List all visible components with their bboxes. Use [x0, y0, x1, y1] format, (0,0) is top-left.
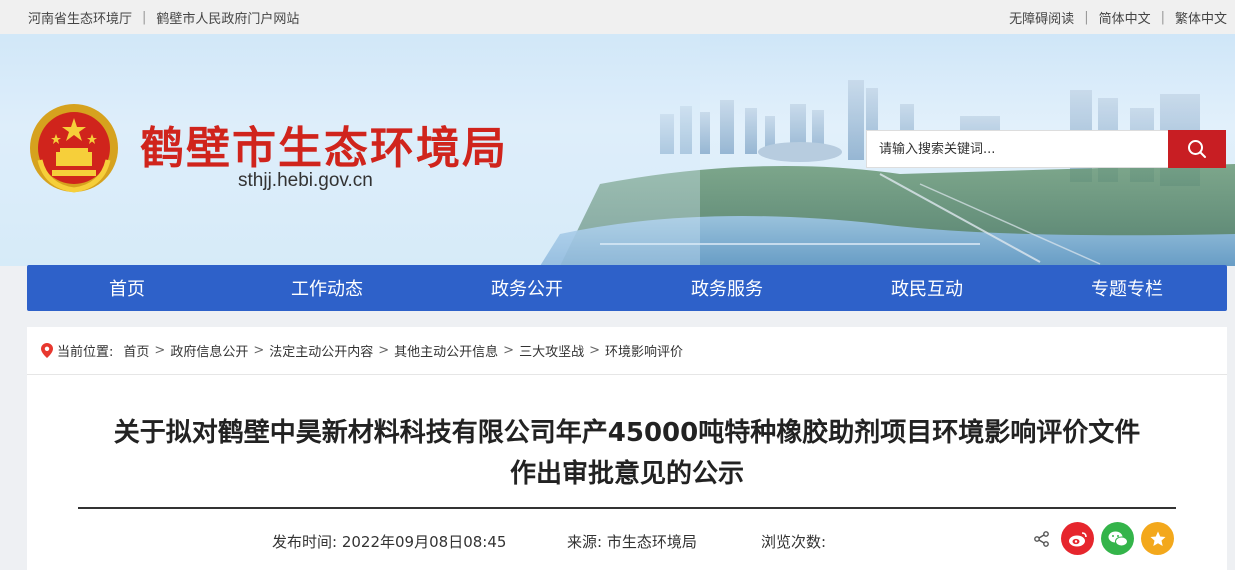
breadcrumb-separator: >	[589, 343, 600, 358]
breadcrumb-label: 当前位置:	[57, 345, 114, 360]
favorite-star-icon	[1150, 531, 1165, 546]
link-accessible-reading[interactable]: 无障碍阅读	[1009, 8, 1074, 27]
share-icon[interactable]	[1033, 530, 1051, 548]
source-value: 市生态环境局	[606, 533, 697, 551]
article-title: 关于拟对鹤壁中昊新材料科技有限公司年产45000吨特种橡胶助剂项目环境影响评价文…	[27, 413, 1227, 495]
location-pin-icon	[41, 343, 53, 358]
topbar-left-links: 河南省生态环境厅 | 鹤壁市人民政府门户网站	[28, 0, 299, 34]
share-favorite-button[interactable]	[1141, 522, 1174, 555]
breadcrumb-item-eia[interactable]: 环境影响评价	[605, 341, 683, 360]
nav-item-public-interaction[interactable]: 政民互动	[827, 265, 1027, 311]
publish-time-value: 2022年09月08日08:45	[341, 533, 507, 551]
breadcrumb-item-gov-info-open[interactable]: 政府信息公开	[170, 341, 248, 360]
wechat-icon	[1108, 531, 1128, 546]
link-henan-env-dept[interactable]: 河南省生态环境厅	[28, 8, 132, 27]
top-utility-bar: 河南省生态环境厅 | 鹤壁市人民政府门户网站 无障碍阅读 | 简体中文 | 繁体…	[0, 0, 1235, 34]
divider: |	[142, 9, 147, 25]
nav-item-special-topics[interactable]: 专题专栏	[1027, 265, 1227, 311]
site-url: sthjj.hebi.gov.cn	[238, 170, 373, 191]
header-banner: 鹤壁市生态环境局 sthjj.hebi.gov.cn	[0, 34, 1235, 266]
search-input[interactable]	[866, 130, 1168, 168]
source-label: 来源:	[567, 533, 603, 551]
views-meta: 浏览次数:	[761, 531, 826, 552]
breadcrumb-separator: >	[253, 343, 265, 358]
article: 关于拟对鹤壁中昊新材料科技有限公司年产45000吨特种橡胶助剂项目环境影响评价文…	[27, 375, 1227, 570]
share-wechat-button[interactable]	[1101, 522, 1134, 555]
share-weibo-button[interactable]	[1061, 522, 1094, 555]
weibo-icon	[1068, 531, 1087, 546]
search-box	[866, 130, 1226, 168]
nav-item-work-news[interactable]: 工作动态	[227, 265, 427, 311]
article-title-line-2: 作出审批意见的公示	[509, 459, 744, 489]
link-hebi-gov-portal[interactable]: 鹤壁市人民政府门户网站	[156, 8, 299, 27]
breadcrumb-separator: >	[503, 343, 515, 358]
breadcrumb-item-three-battles[interactable]: 三大攻坚战	[519, 341, 584, 360]
breadcrumb-separator: >	[378, 343, 390, 358]
article-title-line-1: 关于拟对鹤壁中昊新材料科技有限公司年产45000吨特种橡胶助剂项目环境影响评价文…	[113, 418, 1141, 448]
views-label: 浏览次数:	[761, 533, 827, 551]
site-title: 鹤壁市生态环境局	[140, 123, 508, 174]
source-meta: 来源: 市生态环境局	[567, 531, 697, 552]
publish-time-label: 发布时间:	[272, 533, 338, 551]
breadcrumb-item-other-info[interactable]: 其他主动公开信息	[394, 341, 498, 360]
breadcrumb-separator: >	[154, 343, 166, 358]
search-icon	[1188, 140, 1206, 158]
divider: |	[1084, 9, 1089, 25]
main-nav: 首页 工作动态 政务公开 政务服务 政民互动 专题专栏	[27, 265, 1227, 311]
link-simplified-chinese[interactable]: 简体中文	[1099, 8, 1151, 27]
link-traditional-chinese[interactable]: 繁体中文	[1175, 8, 1227, 27]
title-divider	[78, 507, 1176, 509]
topbar-right-links: 无障碍阅读 | 简体中文 | 繁体中文	[1009, 0, 1227, 34]
share-bar	[1033, 522, 1174, 555]
nav-item-home[interactable]: 首页	[27, 265, 227, 311]
nav-item-gov-affairs-open[interactable]: 政务公开	[427, 265, 627, 311]
divider: |	[1160, 9, 1165, 25]
publish-time-meta: 发布时间: 2022年09月08日08:45	[272, 531, 506, 552]
breadcrumb-item-home[interactable]: 首页	[123, 341, 149, 360]
national-emblem-icon	[30, 104, 118, 193]
search-button[interactable]	[1168, 130, 1226, 168]
breadcrumb: 当前位置: 首页 > 政府信息公开 > 法定主动公开内容 > 其他主动公开信息 …	[27, 327, 1227, 375]
breadcrumb-item-statutory-content[interactable]: 法定主动公开内容	[269, 341, 373, 360]
nav-item-gov-services[interactable]: 政务服务	[627, 265, 827, 311]
